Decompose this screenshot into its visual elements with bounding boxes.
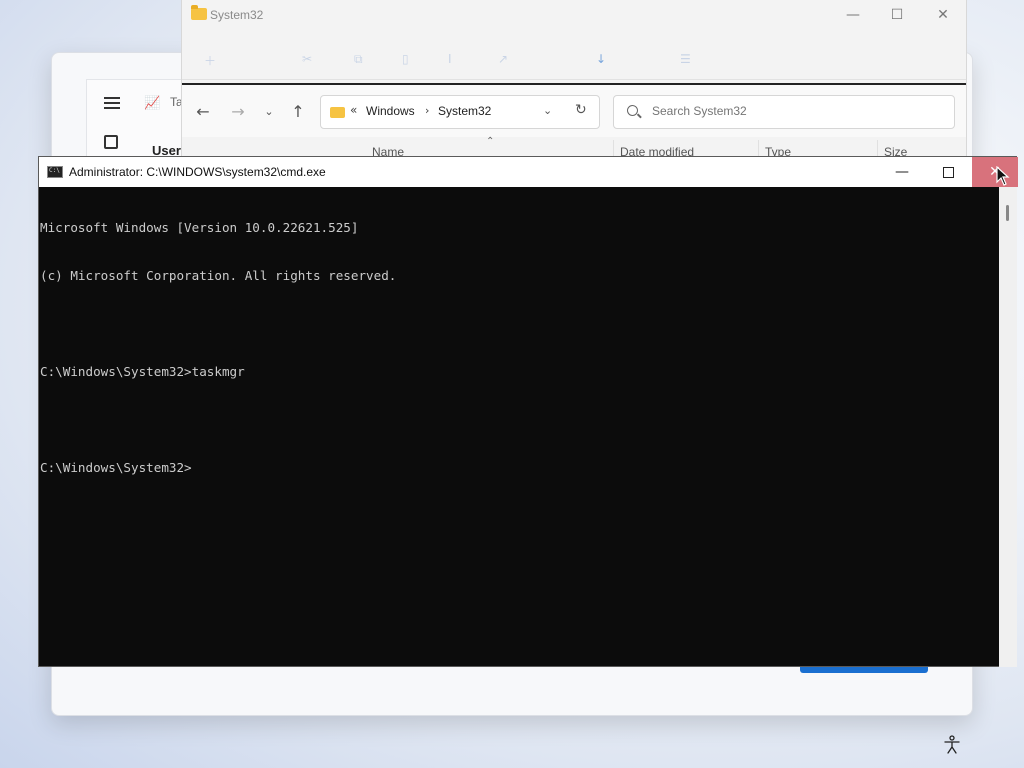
cmd-minimize-button[interactable]: —: [879, 157, 925, 187]
command-prompt-window: Administrator: C:\WINDOWS\system32\cmd.e…: [38, 156, 1018, 667]
explorer-command-bar: ＋ ✂ ⧉ ▯ I ↗ ↓ ☰: [182, 40, 966, 80]
recent-locations-chevron-icon[interactable]: ⌄: [258, 105, 280, 118]
maximize-button[interactable]: ☐: [874, 4, 920, 26]
console-line: Microsoft Windows [Version 10.0.22621.52…: [40, 220, 359, 235]
breadcrumb-separator: ›: [425, 104, 430, 117]
breadcrumb-windows[interactable]: Windows: [366, 104, 415, 118]
search-input[interactable]: [652, 104, 942, 118]
explorer-titlebar: System32 — ☐ ✕: [182, 0, 966, 32]
mouse-pointer-icon: [996, 166, 1010, 186]
task-manager-icon: 📈: [144, 96, 161, 111]
console-line: C:\Windows\System32>taskmgr: [40, 364, 245, 379]
chevron-down-icon[interactable]: ⌄: [543, 104, 552, 117]
cmd-title: Administrator: C:\WINDOWS\system32\cmd.e…: [69, 165, 326, 179]
sort-ascending-icon: ⌃: [486, 136, 495, 147]
paste-icon[interactable]: ▯: [402, 52, 409, 66]
up-arrow-icon[interactable]: ↑: [287, 102, 309, 121]
apps-icon[interactable]: [104, 135, 118, 149]
cmd-close-button[interactable]: ✕: [972, 157, 1018, 187]
breadcrumb-overflow[interactable]: «: [350, 103, 357, 117]
breadcrumb-system32[interactable]: System32: [438, 104, 491, 118]
forward-arrow-icon[interactable]: →: [227, 102, 249, 121]
close-button[interactable]: ✕: [920, 4, 966, 26]
new-icon[interactable]: ＋: [204, 52, 216, 68]
hamburger-icon[interactable]: [104, 97, 120, 109]
share-icon[interactable]: ↗: [498, 52, 508, 66]
cmd-maximize-button[interactable]: [925, 157, 971, 187]
folder-icon: [330, 107, 345, 118]
minimize-button[interactable]: —: [830, 4, 876, 26]
refresh-icon[interactable]: ↻: [575, 102, 587, 118]
accessibility-icon[interactable]: [942, 735, 962, 755]
view-icon[interactable]: ☰: [680, 52, 691, 66]
explorer-title: System32: [210, 8, 264, 22]
console-prompt-line[interactable]: C:\Windows\System32>: [40, 460, 998, 476]
copy-icon[interactable]: ⧉: [354, 52, 363, 66]
search-icon: [627, 105, 638, 116]
folder-icon: [191, 5, 207, 20]
cmd-console-output[interactable]: Microsoft Windows [Version 10.0.22621.52…: [39, 187, 999, 667]
console-line: (c) Microsoft Corporation. All rights re…: [40, 268, 397, 283]
search-box[interactable]: [613, 95, 955, 129]
address-bar[interactable]: « Windows › System32 ⌄ ↻: [320, 95, 600, 129]
back-arrow-icon[interactable]: ←: [192, 102, 214, 121]
rename-icon[interactable]: I: [448, 52, 452, 66]
cmd-titlebar[interactable]: Administrator: C:\WINDOWS\system32\cmd.e…: [39, 157, 1018, 187]
file-explorer-window: System32 — ☐ ✕ ＋ ✂ ⧉ ▯ I ↗ ↓ ☰ ← → ⌄ ↑ «…: [181, 0, 967, 160]
cmd-scrollbar[interactable]: [999, 187, 1017, 667]
cmd-icon[interactable]: [47, 166, 63, 178]
sort-icon[interactable]: ↓: [596, 52, 606, 66]
scrollbar-thumb[interactable]: [1006, 205, 1009, 221]
cut-icon[interactable]: ✂: [302, 52, 312, 66]
